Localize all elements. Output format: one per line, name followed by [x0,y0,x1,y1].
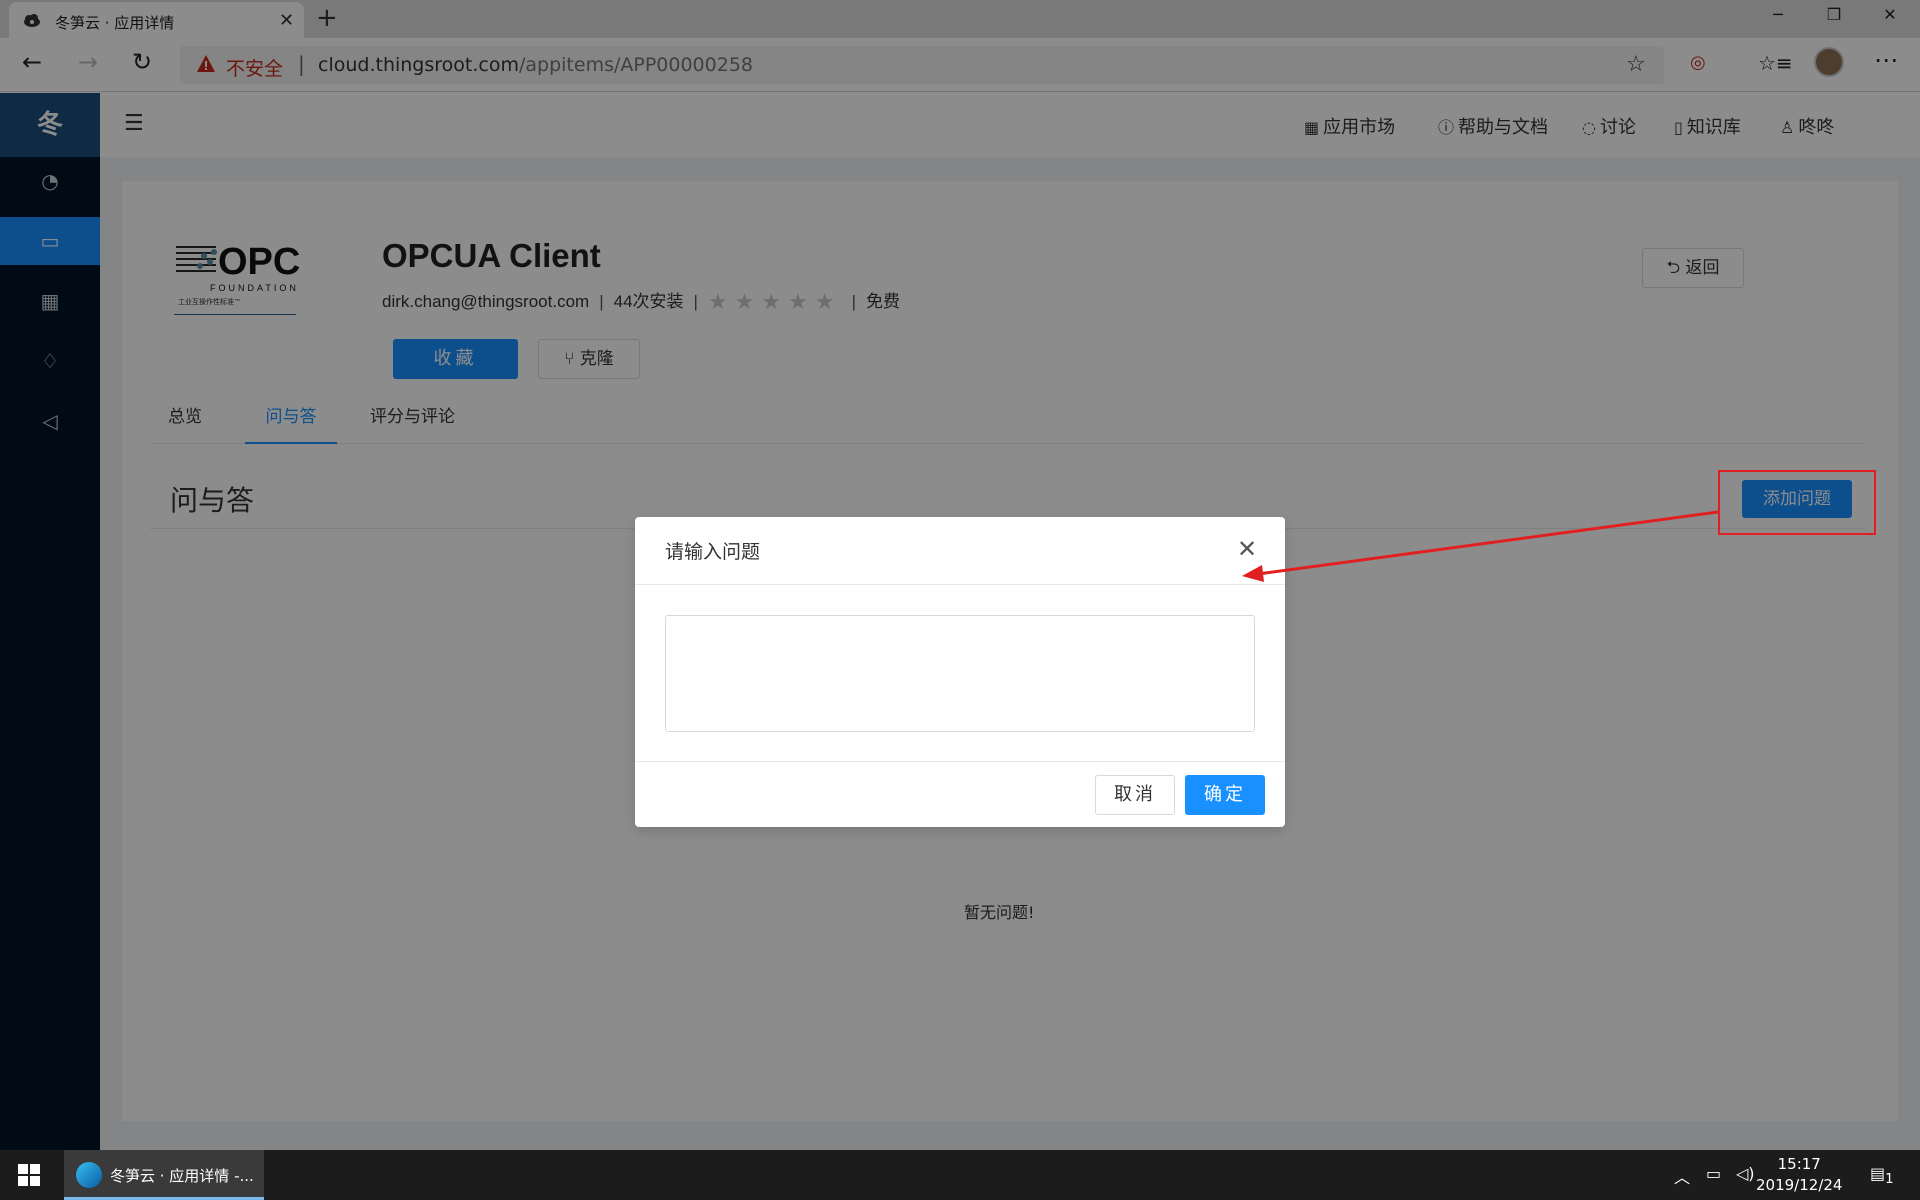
notification-count: 1 [1885,1172,1894,1188]
taskbar-app-label: 冬笋云 · 应用详情 -... [110,1167,254,1185]
windows-taskbar: 冬笋云 · 应用详情 -... ︿ ▭ ◁) 15:17 2019/12/24 … [0,1150,1920,1200]
ok-button[interactable]: 确定 [1185,775,1265,815]
modal-close-icon[interactable]: ✕ [1237,535,1257,563]
tray-chevron-icon[interactable]: ︿ [1674,1164,1690,1188]
annotation-highlight-box [1718,470,1876,535]
volume-icon[interactable]: ◁) [1736,1164,1755,1183]
edge-icon [76,1162,102,1188]
modal-divider [635,761,1285,762]
clock-time: 15:17 [1777,1155,1821,1173]
question-modal: 请输入问题 ✕ 取消 确定 [635,517,1285,827]
windows-start-icon[interactable] [18,1164,40,1186]
taskbar-edge-app[interactable]: 冬笋云 · 应用详情 -... [64,1150,264,1200]
clock-date: 2019/12/24 [1756,1176,1843,1194]
notification-icon[interactable]: ▤1 [1870,1164,1894,1187]
cancel-button[interactable]: 取消 [1095,775,1175,815]
network-icon[interactable]: ▭ [1706,1164,1721,1183]
modal-divider [635,584,1285,585]
question-textarea[interactable] [665,615,1255,732]
system-clock[interactable]: 15:17 2019/12/24 [1756,1154,1842,1196]
modal-title: 请输入问题 [665,541,761,563]
